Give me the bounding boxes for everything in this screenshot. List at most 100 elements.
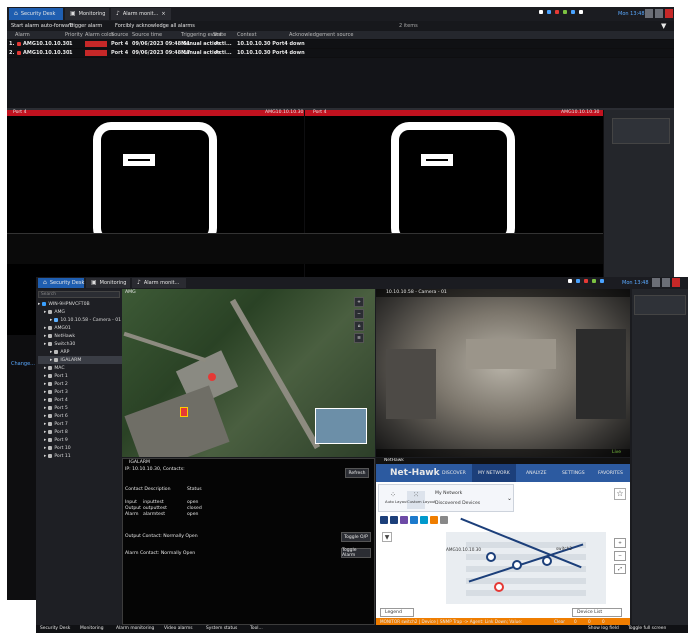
tab-security-desk[interactable]: ⌂ Security Desk xyxy=(9,8,63,20)
expand-arrow-icon[interactable]: ▸ xyxy=(44,454,46,459)
tile-pattern-widget[interactable] xyxy=(612,118,670,144)
expand-arrow-icon[interactable]: ▸ xyxy=(50,350,52,355)
task-tools[interactable]: Tool... xyxy=(250,626,263,631)
custom-layout-button[interactable]: ⁙ Custom Layout xyxy=(407,491,436,509)
auto-layout-button[interactable]: ⁘ Auto Layout xyxy=(385,491,408,509)
tree-item[interactable]: ▸ 10.10.10.58 - Camera - 01 xyxy=(38,316,122,324)
tab-monitoring[interactable]: ▣ Monitoring xyxy=(65,8,109,20)
maximize-button[interactable] xyxy=(655,9,663,18)
zoom-in-button[interactable]: + xyxy=(614,538,626,548)
fullscreen-button[interactable]: Toggle full screen xyxy=(628,626,666,631)
tree-item[interactable]: ▸ Port 11 xyxy=(38,452,122,460)
table-row[interactable]: 2. AMG10.10.10.30 1 Port 4 09/06/2023 09… xyxy=(7,49,674,57)
tool-icon[interactable] xyxy=(440,516,448,524)
camera-marker-icon[interactable] xyxy=(180,407,188,417)
tool-icon[interactable] xyxy=(390,516,398,524)
col-state[interactable]: State xyxy=(213,32,226,38)
clear-link[interactable]: Clear xyxy=(554,619,565,624)
minimize-button[interactable] xyxy=(652,278,660,287)
layers-button[interactable]: ≡ xyxy=(354,333,364,343)
nav-analyze[interactable]: ANALYZE xyxy=(526,471,547,476)
tile-pattern-widget[interactable] xyxy=(634,295,686,315)
col-alarm-color[interactable]: Alarm color xyxy=(85,32,114,38)
show-log-button[interactable]: Show log field xyxy=(588,626,619,631)
refresh-button[interactable]: Refresh xyxy=(345,468,369,478)
device-node[interactable] xyxy=(486,552,496,562)
expand-arrow-icon[interactable]: ▸ xyxy=(44,438,46,443)
minimize-button[interactable] xyxy=(645,9,653,18)
expand-arrow-icon[interactable]: ▸ xyxy=(44,390,46,395)
tab-monitoring[interactable]: ▣ Monitoring xyxy=(86,278,130,288)
close-button[interactable] xyxy=(665,9,673,18)
device-node[interactable] xyxy=(542,556,552,566)
alarm-icon[interactable] xyxy=(584,279,588,283)
tree-item[interactable]: ▸ IGALARM xyxy=(38,356,122,364)
chevron-down-icon[interactable]: ⌄ xyxy=(507,495,512,502)
tree-item[interactable]: ▸ WIN-9HPNVCFT0B xyxy=(38,300,122,308)
nav-settings[interactable]: SETTINGS xyxy=(562,471,585,476)
alarm-node[interactable] xyxy=(494,582,504,592)
expand-arrow-icon[interactable]: ▸ xyxy=(44,342,46,347)
user-icon[interactable] xyxy=(600,279,604,283)
tree-item[interactable]: ▸ AMG01 xyxy=(38,324,122,332)
expand-arrow-icon[interactable]: ▸ xyxy=(44,422,46,427)
nav-my-network[interactable]: MY NETWORK xyxy=(478,471,510,476)
expand-arrow-icon[interactable]: ▸ xyxy=(50,358,52,363)
fit-button[interactable]: ⤢ xyxy=(614,564,626,574)
playback-bar[interactable]: Live xyxy=(376,449,630,457)
tree-item[interactable]: ▸ Port 4 xyxy=(38,396,122,404)
tool-icon[interactable] xyxy=(420,516,428,524)
expand-arrow-icon[interactable]: ▸ xyxy=(44,446,46,451)
notification-icon[interactable] xyxy=(547,10,551,14)
alarm-icon[interactable] xyxy=(555,10,559,14)
tree-item[interactable]: ▸ Port 10 xyxy=(38,444,122,452)
filter-icon[interactable]: ▼ xyxy=(382,532,392,542)
discovered-devices-link[interactable]: Discovered Devices xyxy=(435,501,480,506)
tool-icon[interactable] xyxy=(410,516,418,524)
tree-item[interactable]: ▸ Port 5 xyxy=(38,404,122,412)
expand-arrow-icon[interactable]: ▸ xyxy=(44,374,46,379)
tab-alarm-monitoring[interactable]: ♪ Alarm monit... × xyxy=(111,8,171,20)
maximize-button[interactable] xyxy=(662,278,670,287)
tree-item[interactable]: ▸ Port 7 xyxy=(38,420,122,428)
tool-icon[interactable] xyxy=(380,516,388,524)
tree-item[interactable]: ▸ MAC xyxy=(38,364,122,372)
filter-icon[interactable]: ▼ xyxy=(661,22,666,30)
map-tile[interactable]: + − ⌂ ≡ AMG xyxy=(122,289,375,457)
camera-tile[interactable]: 10.10.10.58 - Camera - 01 Live xyxy=(376,289,630,457)
task-system-status[interactable]: System status xyxy=(206,626,237,631)
settings-icon[interactable] xyxy=(568,279,572,283)
search-input[interactable]: Search xyxy=(38,291,120,298)
expand-arrow-icon[interactable]: ▸ xyxy=(44,334,46,339)
close-icon[interactable]: × xyxy=(161,11,165,17)
notification-icon[interactable] xyxy=(576,279,580,283)
home-view-button[interactable]: ⌂ xyxy=(354,321,364,331)
tab-alarm-monitoring[interactable]: ♪ Alarm monit... xyxy=(132,278,186,288)
zoom-out-button[interactable]: − xyxy=(354,309,364,319)
tree-item[interactable]: ▸ Port 1 xyxy=(38,372,122,380)
col-source[interactable]: Source xyxy=(111,32,128,38)
network-diagram[interactable]: AMG10.10.10.30 switch2 xyxy=(446,517,606,604)
my-network-link[interactable]: My Network xyxy=(435,491,462,496)
expand-arrow-icon[interactable]: ▸ xyxy=(44,366,46,371)
expand-arrow-icon[interactable]: ▸ xyxy=(44,398,46,403)
col-ack-source[interactable]: Acknowledgement source xyxy=(289,32,353,38)
tree-item[interactable]: ▸ Port 3 xyxy=(38,388,122,396)
tab-security-desk[interactable]: ⌂ Security Desk xyxy=(38,278,84,288)
nav-favorites[interactable]: FAVORITES xyxy=(598,471,623,476)
close-button[interactable] xyxy=(672,278,680,287)
expand-arrow-icon[interactable]: ▸ xyxy=(44,310,46,315)
table-row[interactable]: 1. AMG10.10.10.30 1 Port 4 09/06/2023 09… xyxy=(7,40,674,48)
tree-item[interactable]: ▸ Switch30 xyxy=(38,340,122,348)
toggle-output-button[interactable]: Toggle O/P xyxy=(341,532,371,542)
zoom-in-button[interactable]: + xyxy=(354,297,364,307)
expand-arrow-icon[interactable]: ▸ xyxy=(44,326,46,331)
help-icon[interactable] xyxy=(579,10,583,14)
tool-icon[interactable] xyxy=(400,516,408,524)
network-icon[interactable] xyxy=(592,279,596,283)
expand-arrow-icon[interactable]: ▸ xyxy=(44,382,46,387)
user-icon[interactable] xyxy=(571,10,575,14)
task-security-desk[interactable]: Security Desk xyxy=(40,626,70,631)
col-source-time[interactable]: Source time xyxy=(132,32,162,38)
tree-item[interactable]: ▸ Port 9 xyxy=(38,436,122,444)
